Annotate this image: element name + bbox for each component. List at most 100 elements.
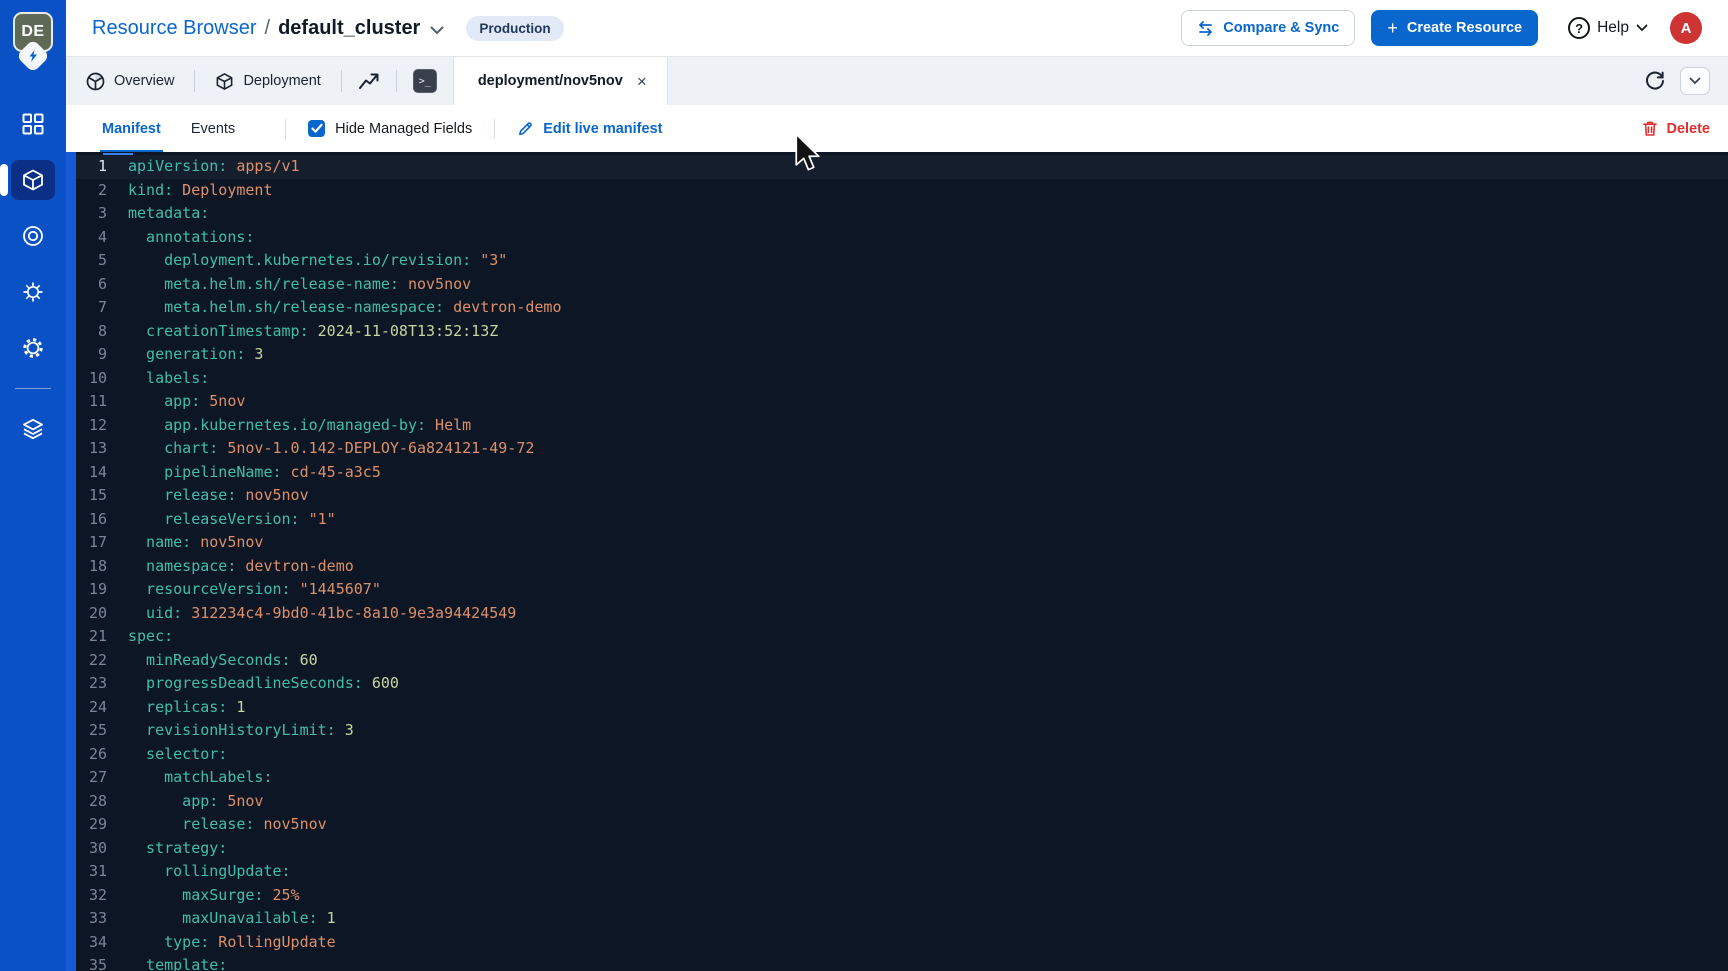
page-header: Resource Browser / default_cluster Produ… — [66, 0, 1728, 57]
code-line[interactable]: 35 template: — [76, 954, 1728, 971]
code-line[interactable]: 26 selector: — [76, 743, 1728, 767]
checkbox-checked-icon[interactable] — [308, 120, 325, 137]
code-line[interactable]: 4 annotations: — [76, 226, 1728, 250]
line-chart-icon — [358, 71, 380, 91]
sidebar-item-helm-charts[interactable] — [11, 272, 55, 312]
code-line[interactable]: 16 releaseVersion: "1" — [76, 508, 1728, 532]
active-tab-label: deployment/nov5nov — [478, 73, 623, 89]
code-line[interactable]: 3metadata: — [76, 202, 1728, 226]
compare-sync-button[interactable]: Compare & Sync — [1181, 10, 1355, 46]
manifest-code-editor[interactable]: 1apiVersion: apps/v12kind: Deployment3me… — [76, 152, 1728, 971]
yaml-line-text: selector: — [120, 743, 227, 767]
code-line[interactable]: 25 revisionHistoryLimit: 3 — [76, 719, 1728, 743]
refresh-icon[interactable] — [1644, 70, 1666, 92]
code-line[interactable]: 24 replicas: 1 — [76, 696, 1728, 720]
line-number: 6 — [76, 273, 120, 297]
terminal-icon: >_ — [413, 69, 437, 93]
code-line[interactable]: 14 pipelineName: cd-45-a3c5 — [76, 461, 1728, 485]
active-indicator — [0, 164, 8, 196]
yaml-line-text: app: 5nov — [120, 790, 263, 814]
line-number: 16 — [76, 508, 120, 532]
yaml-line-text: name: nov5nov — [120, 531, 263, 555]
sidebar-item-resource-browser[interactable] — [11, 160, 55, 200]
code-line[interactable]: 20 uid: 312234c4-9bd0-41bc-8a10-9e3a9442… — [76, 602, 1728, 626]
plus-icon: + — [1387, 19, 1398, 37]
code-line[interactable]: 23 progressDeadlineSeconds: 600 — [76, 672, 1728, 696]
tab-overview-label: Overview — [114, 73, 174, 89]
tab-options-dropdown[interactable] — [1680, 67, 1710, 95]
cluster-chevron-down-icon[interactable] — [430, 26, 444, 35]
sidebar-item-applications[interactable] — [11, 104, 55, 144]
code-line[interactable]: 32 maxSurge: 25% — [76, 884, 1728, 908]
breadcrumb-cluster[interactable]: default_cluster — [278, 17, 420, 40]
help-icon: ? — [1568, 17, 1590, 39]
code-line[interactable]: 8 creationTimestamp: 2024-11-08T13:52:13… — [76, 320, 1728, 344]
code-line[interactable]: 31 rollingUpdate: — [76, 860, 1728, 884]
code-line[interactable]: 19 resourceVersion: "1445607" — [76, 578, 1728, 602]
code-line[interactable]: 13 chart: 5nov-1.0.142-DEPLOY-6a824121-4… — [76, 437, 1728, 461]
breadcrumb-resource-browser[interactable]: Resource Browser — [92, 17, 257, 40]
code-line[interactable]: 22 minReadySeconds: 60 — [76, 649, 1728, 673]
line-number: 15 — [76, 484, 120, 508]
yaml-line-text: spec: — [120, 625, 173, 649]
yaml-line-text: minReadySeconds: 60 — [120, 649, 318, 673]
subtab-manifest[interactable]: Manifest — [100, 105, 163, 152]
code-line[interactable]: 17 name: nov5nov — [76, 531, 1728, 555]
tab-overview[interactable]: Overview — [66, 57, 194, 105]
sidebar-item-app-groups[interactable] — [11, 216, 55, 256]
devtron-logo[interactable]: DE — [11, 12, 55, 74]
code-line[interactable]: 6 meta.helm.sh/release-name: nov5nov — [76, 273, 1728, 297]
code-line[interactable]: 5 deployment.kubernetes.io/revision: "3" — [76, 249, 1728, 273]
code-line[interactable]: 7 meta.helm.sh/release-namespace: devtro… — [76, 296, 1728, 320]
hide-managed-fields-toggle[interactable]: Hide Managed Fields — [308, 105, 472, 152]
yaml-line-text: creationTimestamp: 2024-11-08T13:52:13Z — [120, 320, 498, 344]
sidebar-divider — [15, 388, 51, 389]
subtab-manifest-label: Manifest — [102, 121, 161, 137]
tab-deployment-label: Deployment — [243, 73, 320, 89]
line-number: 24 — [76, 696, 120, 720]
tab-deployment-nov5nov[interactable]: deployment/nov5nov × — [453, 57, 668, 105]
sidebar-item-global-config[interactable] — [11, 328, 55, 368]
code-line[interactable]: 27 matchLabels: — [76, 766, 1728, 790]
line-number: 30 — [76, 837, 120, 861]
close-tab-icon[interactable]: × — [637, 73, 647, 90]
code-line[interactable]: 18 namespace: devtron-demo — [76, 555, 1728, 579]
code-line[interactable]: 15 release: nov5nov — [76, 484, 1728, 508]
tab-deployment[interactable]: Deployment — [195, 57, 340, 105]
subtab-events[interactable]: Events — [189, 105, 237, 152]
code-line[interactable]: 30 strategy: — [76, 837, 1728, 861]
yaml-line-text: generation: 3 — [120, 343, 263, 367]
code-line[interactable]: 34 type: RollingUpdate — [76, 931, 1728, 955]
code-line[interactable]: 12 app.kubernetes.io/managed-by: Helm — [76, 414, 1728, 438]
line-number: 25 — [76, 719, 120, 743]
resource-tab-bar: Overview Deployment >_ deployment/nov5no… — [66, 57, 1728, 105]
help-chevron-down-icon — [1636, 24, 1648, 32]
yaml-line-text: type: RollingUpdate — [120, 931, 336, 955]
edit-live-manifest-button[interactable]: Edit live manifest — [517, 105, 662, 152]
breadcrumb-separator: / — [265, 17, 271, 40]
tab-terminal[interactable]: >_ — [397, 57, 453, 105]
code-line[interactable]: 28 app: 5nov — [76, 790, 1728, 814]
sidebar-item-stack-manager[interactable] — [11, 409, 55, 449]
create-resource-button[interactable]: + Create Resource — [1371, 10, 1538, 46]
user-avatar[interactable]: A — [1670, 12, 1702, 44]
line-number: 31 — [76, 860, 120, 884]
code-line[interactable]: 1apiVersion: apps/v1 — [76, 155, 1728, 179]
yaml-line-text: pipelineName: cd-45-a3c5 — [120, 461, 381, 485]
compare-sync-label: Compare & Sync — [1223, 20, 1339, 36]
code-line[interactable]: 10 labels: — [76, 367, 1728, 391]
line-number: 12 — [76, 414, 120, 438]
code-line[interactable]: 21spec: — [76, 625, 1728, 649]
yaml-line-text: app: 5nov — [120, 390, 245, 414]
manifest-editor-region: 1apiVersion: apps/v12kind: Deployment3me… — [66, 152, 1728, 971]
tab-monitoring[interactable] — [342, 57, 396, 105]
code-line[interactable]: 11 app: 5nov — [76, 390, 1728, 414]
help-menu[interactable]: ? Help — [1568, 17, 1648, 39]
code-line[interactable]: 9 generation: 3 — [76, 343, 1728, 367]
code-line[interactable]: 2kind: Deployment — [76, 179, 1728, 203]
line-number: 33 — [76, 907, 120, 931]
code-line[interactable]: 33 maxUnavailable: 1 — [76, 907, 1728, 931]
code-line[interactable]: 29 release: nov5nov — [76, 813, 1728, 837]
hide-managed-fields-label[interactable]: Hide Managed Fields — [335, 121, 472, 137]
delete-button[interactable]: Delete — [1642, 105, 1710, 152]
